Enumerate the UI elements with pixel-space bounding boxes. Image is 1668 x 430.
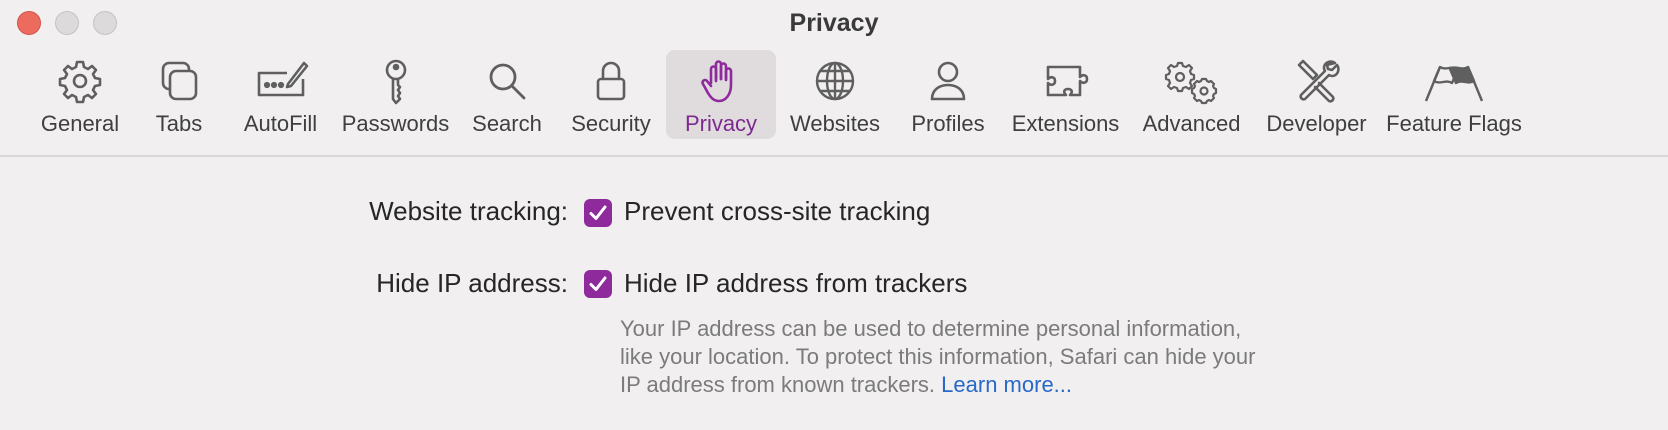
search-icon — [489, 63, 526, 100]
safari-settings-window: Privacy General Tabs AutoFill Passwords … — [0, 0, 1668, 430]
hide-ip-address-label: Hide IP address: — [376, 268, 568, 298]
tab-tabs-label: Tabs — [155, 111, 203, 136]
description-line: like your location. To protect this info… — [620, 344, 1256, 369]
tab-passwords-label: Passwords — [341, 111, 450, 136]
hide-ip-description: Your IP address can be used to determine… — [620, 315, 1320, 399]
hand-icon — [701, 60, 733, 103]
gear-icon — [58, 60, 102, 104]
tab-websites-label: Websites — [789, 111, 881, 136]
website-tracking-label: Website tracking: — [369, 196, 568, 226]
description-line: Your IP address can be used to determine… — [620, 316, 1242, 341]
tabs-icon — [161, 61, 198, 101]
tab-feature-flags-label: Feature Flags — [1386, 111, 1522, 136]
learn-more-link[interactable]: Learn more... — [941, 372, 1072, 397]
tab-profiles[interactable]: Profiles — [894, 50, 1002, 139]
tab-feature-flags[interactable]: Feature Flags — [1379, 50, 1529, 139]
hide-ip-from-trackers-text[interactable]: Hide IP address from trackers — [624, 268, 967, 299]
tab-security-label: Security — [571, 111, 651, 136]
prevent-cross-site-tracking-text[interactable]: Prevent cross-site tracking — [624, 196, 930, 227]
checkmark-icon — [589, 205, 607, 220]
tab-developer-label: Developer — [1266, 111, 1367, 136]
tab-privacy-label: Privacy — [684, 111, 758, 136]
tab-extensions[interactable]: Extensions — [1002, 50, 1129, 139]
tools-icon — [1297, 59, 1340, 103]
key-icon — [385, 59, 406, 105]
hide-ip-from-trackers-checkbox[interactable] — [584, 270, 612, 298]
tab-search-label: Search — [472, 111, 542, 136]
gears-icon — [1164, 61, 1217, 105]
tab-search[interactable]: Search — [458, 50, 556, 139]
tab-profiles-label: Profiles — [911, 111, 985, 136]
tab-privacy[interactable]: Privacy — [666, 50, 776, 139]
tab-general[interactable]: General — [30, 50, 130, 139]
tab-advanced[interactable]: Advanced — [1129, 50, 1254, 139]
tab-developer[interactable]: Developer — [1254, 50, 1379, 139]
prevent-cross-site-tracking-checkbox[interactable] — [584, 199, 612, 227]
checkmark-icon — [589, 276, 607, 291]
tab-security[interactable]: Security — [556, 50, 666, 139]
window-title: Privacy — [789, 9, 879, 37]
lock-icon — [596, 61, 626, 101]
flags-icon — [1424, 65, 1484, 102]
description-line-text: IP address from known trackers. — [620, 372, 936, 397]
tab-general-label: General — [40, 111, 120, 136]
tab-extensions-label: Extensions — [1011, 111, 1120, 136]
tab-tabs[interactable]: Tabs — [130, 50, 228, 139]
tab-websites[interactable]: Websites — [776, 50, 894, 139]
description-line: IP address from known trackers. Learn mo… — [620, 371, 1320, 399]
person-icon — [930, 61, 966, 101]
tab-autofill[interactable]: AutoFill — [228, 50, 333, 139]
autofill-pencil-icon — [257, 61, 308, 97]
tab-autofill-label: AutoFill — [243, 111, 318, 136]
tab-passwords[interactable]: Passwords — [333, 50, 458, 139]
settings-toolbar: General Tabs AutoFill Passwords Search S… — [30, 50, 1658, 143]
puzzle-icon — [1046, 65, 1088, 97]
globe-icon — [815, 61, 855, 101]
tab-advanced-label: Advanced — [1142, 111, 1241, 136]
